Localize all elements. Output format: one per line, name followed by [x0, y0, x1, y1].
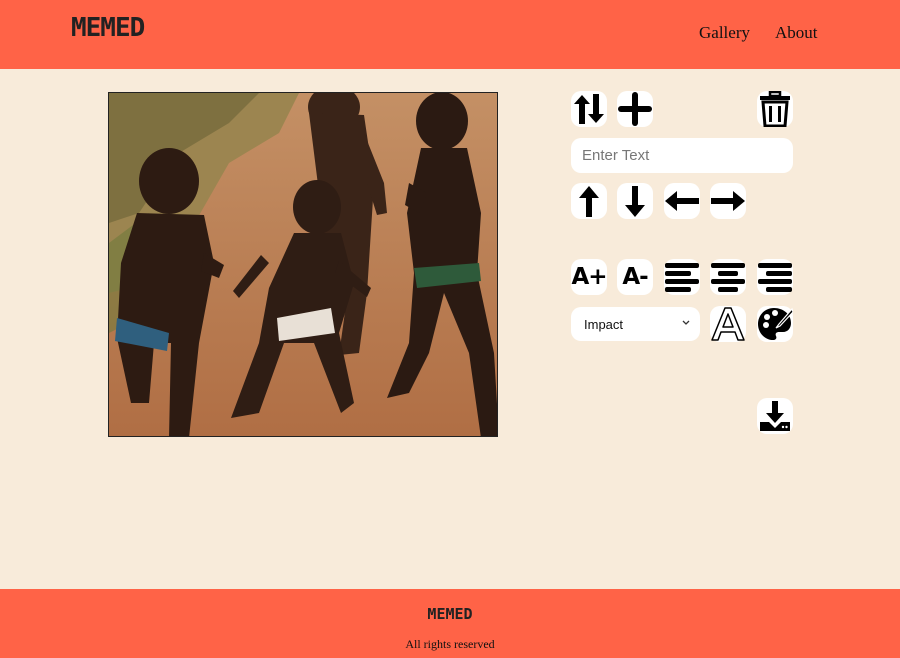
footer-copyright: All rights reserved — [405, 637, 495, 651]
arrow-left-icon — [665, 191, 699, 211]
font-select-value: Impact — [584, 316, 624, 332]
align-center-button[interactable] — [710, 259, 746, 295]
fill-color-button[interactable] — [757, 306, 793, 342]
add-line-button[interactable] — [617, 91, 653, 127]
chevron-down-icon — [682, 320, 690, 325]
move-right-button[interactable] — [710, 183, 746, 219]
align-right-icon — [758, 263, 792, 292]
download-icon — [760, 401, 790, 431]
arrow-down-icon — [625, 186, 645, 217]
meme-image — [109, 93, 497, 436]
move-down-button[interactable] — [617, 183, 653, 219]
font-family-select[interactable]: Impact — [571, 307, 700, 341]
arrow-up-icon — [579, 186, 599, 217]
footer-logo: MEMED — [427, 605, 473, 623]
align-left-icon — [665, 263, 699, 292]
font-increase-icon: A+ — [571, 264, 607, 290]
add-line-icon — [618, 92, 652, 126]
delete-line-button[interactable] — [757, 91, 793, 127]
arrow-right-icon — [711, 191, 745, 211]
site-header: MEMED Gallery About — [0, 0, 900, 69]
stroke-color-button[interactable] — [710, 306, 746, 342]
nav-about-link[interactable]: About — [775, 23, 818, 43]
align-left-button[interactable] — [664, 259, 700, 295]
meme-canvas[interactable] — [108, 92, 498, 437]
increase-font-button[interactable]: A+ — [571, 259, 608, 295]
decrease-font-button[interactable]: A- — [617, 259, 653, 295]
switch-line-button[interactable] — [571, 91, 607, 127]
move-left-button[interactable] — [664, 183, 700, 219]
font-decrease-icon: A- — [622, 264, 648, 290]
stroke-icon — [711, 307, 745, 341]
trash-icon — [760, 91, 790, 127]
move-up-button[interactable] — [571, 183, 607, 219]
swap-lines-icon — [574, 94, 604, 124]
download-button[interactable] — [757, 398, 793, 434]
align-center-icon — [711, 263, 745, 292]
meme-text-input[interactable] — [571, 138, 793, 173]
site-footer: MEMED All rights reserved — [0, 589, 900, 658]
palette-icon — [758, 307, 793, 340]
nav-gallery-link[interactable]: Gallery — [699, 23, 750, 43]
site-logo[interactable]: MEMED — [71, 13, 145, 43]
align-right-button[interactable] — [757, 259, 793, 295]
